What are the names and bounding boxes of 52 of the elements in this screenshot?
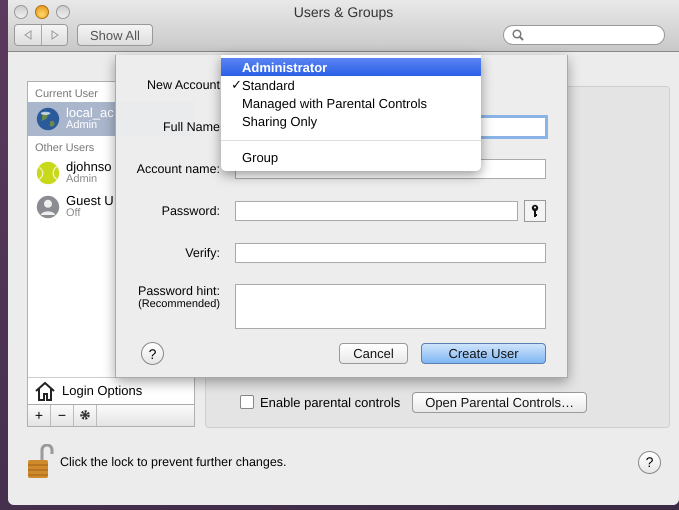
menu-item[interactable]: Administrator [221, 58, 481, 76]
menu-item[interactable]: ✓Standard [221, 76, 481, 94]
close-button[interactable] [14, 5, 28, 19]
search-field[interactable] [503, 25, 665, 45]
field-label: New Account [146, 78, 220, 92]
house-icon [34, 380, 56, 401]
person-icon [36, 194, 60, 219]
check-mark: ✓ [231, 77, 242, 92]
text-field[interactable] [235, 243, 546, 263]
section-header: Current User [35, 88, 98, 100]
checkbox[interactable] [240, 395, 254, 410]
help-button[interactable]: ? [141, 342, 164, 365]
menu-item[interactable]: Group [221, 148, 481, 166]
open-lock-icon [26, 444, 56, 480]
key-button[interactable] [524, 200, 546, 222]
user-name: djohnso [66, 160, 112, 173]
back-button[interactable] [15, 25, 41, 45]
field-label: Verify: [185, 246, 220, 260]
help-button[interactable]: ? [638, 450, 661, 474]
user-role: Admin [66, 172, 98, 186]
field-sublabel: (Recommended) [138, 298, 220, 310]
list-button[interactable]: − [51, 404, 74, 426]
create-user-button[interactable]: Create User [421, 343, 546, 364]
list-button[interactable]: + [28, 404, 51, 426]
user-name: Guest U [66, 194, 114, 207]
lock-text: Click the lock to prevent further changes. [60, 455, 287, 470]
section-header: Other Users [35, 142, 94, 154]
field-label: Account name: [136, 162, 220, 176]
open-parental-controls-button[interactable]: Open Parental Controls… [412, 392, 588, 413]
search-icon [512, 29, 524, 41]
minimize-button[interactable] [35, 5, 49, 19]
user-role: Admin [66, 118, 98, 132]
user-role: Off [66, 206, 82, 220]
right-arrow-icon [50, 30, 58, 40]
window-title: Users & Groups [292, 4, 394, 20]
menu-item[interactable]: Sharing Only [221, 112, 481, 130]
zoom-button[interactable] [56, 5, 70, 19]
cancel-button[interactable]: Cancel [339, 343, 408, 364]
gear-icon [79, 409, 91, 422]
field-label: Password hint: [138, 284, 220, 298]
text-area[interactable] [235, 284, 546, 329]
globe-icon [36, 106, 60, 131]
checkbox-label: Enable parental controls [260, 394, 400, 410]
left-arrow-icon [24, 30, 32, 40]
forward-button[interactable] [41, 25, 67, 45]
password-field[interactable] [235, 201, 518, 221]
show-all-button[interactable]: Show All [77, 24, 153, 46]
field-label: Password: [162, 204, 220, 218]
ball-icon [36, 160, 60, 185]
key-icon [531, 204, 539, 218]
menu-item[interactable]: Managed with Parental Controls [221, 94, 481, 112]
user-name: local_ac [66, 106, 114, 119]
